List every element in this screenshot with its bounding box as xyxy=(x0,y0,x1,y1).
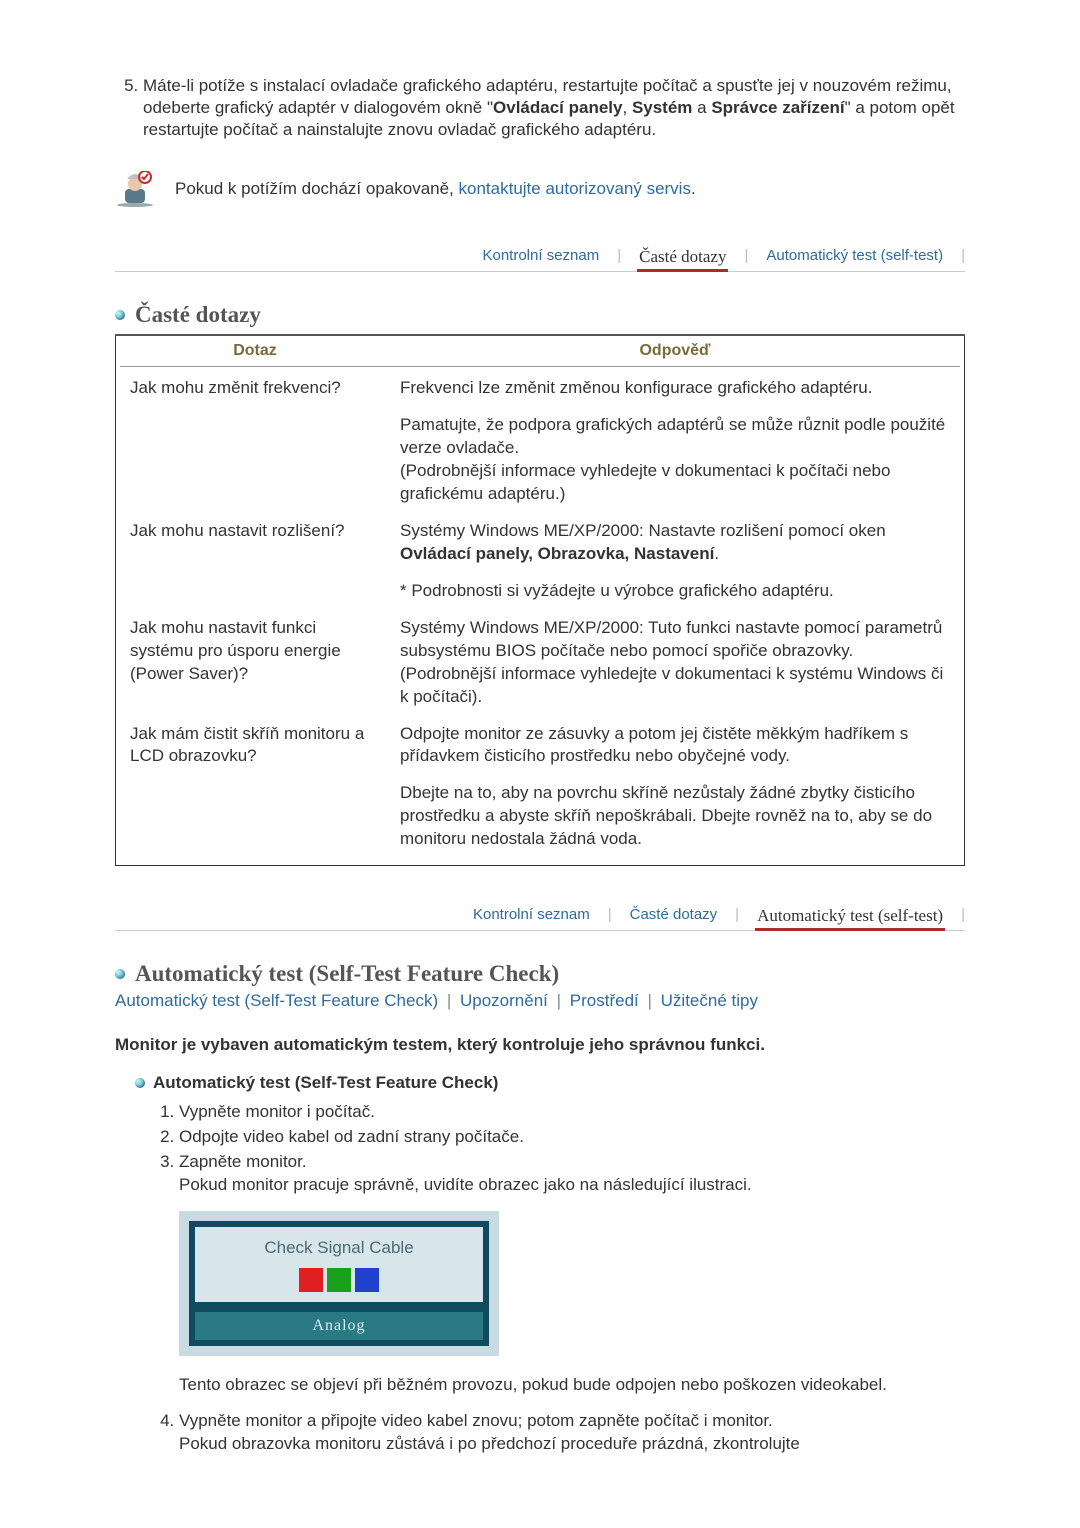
tab-separator: | xyxy=(608,906,612,930)
after-box-text: Tento obrazec se objeví při běžném provo… xyxy=(179,1374,965,1397)
separator: | xyxy=(644,991,656,1010)
selftest-intro: Monitor je vybaven automatickým testem, … xyxy=(115,1035,965,1055)
step-text: Zapněte monitor. xyxy=(179,1152,307,1171)
signal-footer: Analog xyxy=(195,1312,483,1340)
faq-q: Jak mám čistit skříň monitoru a LCD obra… xyxy=(120,709,390,769)
faq-title: Časté dotazy xyxy=(135,302,261,328)
selftest-subhead: Automatický test (Self-Test Feature Chec… xyxy=(135,1073,965,1093)
green-square-icon xyxy=(327,1268,351,1292)
bullet-icon xyxy=(115,310,125,320)
link-warning[interactable]: Upozornění xyxy=(460,991,548,1010)
signal-check-illustration: Check Signal Cable Analog xyxy=(179,1211,499,1356)
service-person-icon xyxy=(115,171,155,207)
text: . xyxy=(714,544,719,563)
faq-a: Systémy Windows ME/XP/2000: Tuto funkci … xyxy=(390,603,960,709)
signal-label: Check Signal Cable xyxy=(264,1238,413,1257)
faq-head-question: Dotaz xyxy=(120,336,390,367)
tab-faq[interactable]: Časté dotazy xyxy=(639,247,726,271)
install-troubleshoot-list: Máte-li potíže s instalací ovladače graf… xyxy=(115,75,965,141)
step-text: Pokud obrazovka monitoru zůstává i po př… xyxy=(179,1434,800,1453)
step-text: Odpojte video kabel od zadní strany počí… xyxy=(179,1127,524,1146)
text: . xyxy=(691,179,696,198)
bullet-icon xyxy=(135,1078,145,1088)
faq-q: Jak mohu změnit frekvenci? xyxy=(120,367,390,400)
tab-separator: | xyxy=(735,906,739,930)
faq-a: * Podrobnosti si vyžádejte u výrobce gra… xyxy=(390,566,960,603)
table-row: Jak mám čistit skříň monitoru a LCD obra… xyxy=(120,709,960,769)
table-row: * Podrobnosti si vyžádejte u výrobce gra… xyxy=(120,566,960,603)
table-row: Jak mohu nastavit rozlišení? Systémy Win… xyxy=(120,506,960,566)
tab-separator: | xyxy=(961,247,965,271)
selftest-heading: Automatický test (Self-Test Feature Chec… xyxy=(115,961,965,987)
red-square-icon xyxy=(299,1268,323,1292)
faq-q: Jak mohu nastavit rozlišení? xyxy=(120,506,390,566)
tab-separator: | xyxy=(961,906,965,930)
faq-a: Dbejte na to, aby na povrchu skříně nezů… xyxy=(390,768,960,851)
tab-separator: | xyxy=(744,247,748,271)
list-item: Vypněte monitor a připojte video kabel z… xyxy=(179,1410,965,1456)
list-item: Máte-li potíže s instalací ovladače graf… xyxy=(143,75,965,141)
bullet-icon xyxy=(115,969,125,979)
faq-q xyxy=(120,400,390,506)
tab-selftest[interactable]: Automatický test (self-test) xyxy=(766,247,943,271)
faq-q xyxy=(120,566,390,603)
selftest-title: Automatický test (Self-Test Feature Chec… xyxy=(135,961,559,987)
text: a xyxy=(692,98,711,117)
faq-q xyxy=(120,768,390,851)
tab-checklist[interactable]: Kontrolní seznam xyxy=(482,247,599,271)
faq-head-answer: Odpověď xyxy=(390,336,960,367)
faq-heading: Časté dotazy xyxy=(115,302,965,336)
table-row: Jak mohu nastavit funkci systému pro úsp… xyxy=(120,603,960,709)
faq-q: Jak mohu nastavit funkci systému pro úsp… xyxy=(120,603,390,709)
rgb-squares xyxy=(195,1268,483,1292)
faq-a: Frekvenci lze změnit změnou konfigurace … xyxy=(390,367,960,400)
selftest-subhead-text: Automatický test (Self-Test Feature Chec… xyxy=(153,1073,498,1093)
text: , xyxy=(622,98,631,117)
text: Systémy Windows ME/XP/2000: Nastavte roz… xyxy=(400,521,886,540)
table-row: Dbejte na to, aby na povrchu skříně nezů… xyxy=(120,768,960,851)
service-note: Pokud k potížím dochází opakovaně, konta… xyxy=(115,171,965,207)
blue-square-icon xyxy=(355,1268,379,1292)
bold-text: Ovládací panely xyxy=(493,98,622,117)
section-tabs-faq: Kontrolní seznam | Časté dotazy | Automa… xyxy=(115,247,965,272)
separator: | xyxy=(553,991,565,1010)
step-text: Pokud monitor pracuje správně, uvidíte o… xyxy=(179,1175,752,1194)
faq-a: Pamatujte, že podpora grafických adaptér… xyxy=(390,400,960,506)
contact-service-link[interactable]: kontaktujte autorizovaný servis xyxy=(459,179,691,198)
link-environment[interactable]: Prostředí xyxy=(570,991,639,1010)
table-row: Jak mohu změnit frekvenci? Frekvenci lze… xyxy=(120,367,960,400)
tab-checklist[interactable]: Kontrolní seznam xyxy=(473,906,590,930)
list-item: Odpojte video kabel od zadní strany počí… xyxy=(179,1126,965,1149)
faq-table-wrap: Dotaz Odpověď Jak mohu změnit frekvenci?… xyxy=(115,336,965,866)
tab-selftest[interactable]: Automatický test (self-test) xyxy=(757,906,943,930)
list-item: Zapněte monitor. Pokud monitor pracuje s… xyxy=(179,1151,965,1396)
table-row: Pamatujte, že podpora grafických adaptér… xyxy=(120,400,960,506)
step-text: Vypněte monitor i počítač. xyxy=(179,1102,375,1121)
text: Pokud k potížím dochází opakovaně, xyxy=(175,179,459,198)
step-text: Vypněte monitor a připojte video kabel z… xyxy=(179,1411,773,1430)
selftest-sublinks: Automatický test (Self-Test Feature Chec… xyxy=(115,991,965,1011)
bold-text: Systém xyxy=(632,98,692,117)
faq-a: Systémy Windows ME/XP/2000: Nastavte roz… xyxy=(390,506,960,566)
faq-a: Odpojte monitor ze zásuvky a potom jej č… xyxy=(390,709,960,769)
list-item: Vypněte monitor i počítač. xyxy=(179,1101,965,1124)
link-selftest[interactable]: Automatický test (Self-Test Feature Chec… xyxy=(115,991,438,1010)
bold-text: Ovládací panely, Obrazovka, Nastavení xyxy=(400,544,714,563)
faq-table: Dotaz Odpověď Jak mohu změnit frekvenci?… xyxy=(120,336,960,851)
selftest-steps: Vypněte monitor i počítač. Odpojte video… xyxy=(115,1101,965,1456)
link-tips[interactable]: Užitečné tipy xyxy=(661,991,758,1010)
service-note-text: Pokud k potížím dochází opakovaně, konta… xyxy=(175,178,696,200)
section-tabs-selftest: Kontrolní seznam | Časté dotazy | Automa… xyxy=(115,906,965,931)
tab-faq[interactable]: Časté dotazy xyxy=(630,906,718,930)
bold-text: Správce zařízení xyxy=(711,98,844,117)
separator: | xyxy=(443,991,455,1010)
tab-separator: | xyxy=(617,247,621,271)
